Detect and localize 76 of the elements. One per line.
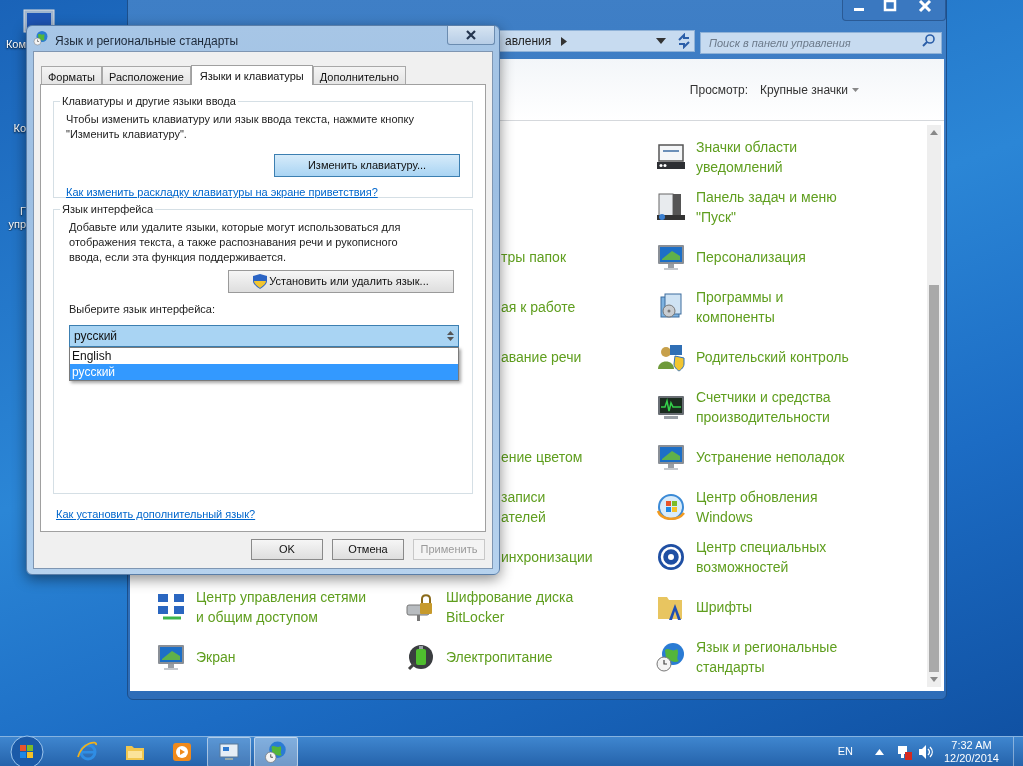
control-panel-item[interactable]: авание речи bbox=[501, 347, 582, 367]
breadcrumb-arrow-icon[interactable] bbox=[561, 36, 568, 46]
clock-time[interactable]: 7:32 AM bbox=[951, 738, 992, 752]
control-panel-item[interactable]: Язык и региональные стандарты bbox=[696, 637, 838, 677]
field-label: Выберите язык интерфейса: bbox=[69, 302, 217, 316]
scroll-up-icon[interactable] bbox=[930, 130, 938, 135]
control-panel-item[interactable]: Центр обновления Windows bbox=[696, 487, 818, 527]
clock-date[interactable]: 12/20/2014 bbox=[943, 751, 999, 765]
control-panel-item[interactable]: Программы и компоненты bbox=[696, 287, 784, 327]
control-panel-item[interactable]: Панель задач и меню "Пуск" bbox=[696, 187, 837, 227]
globe-clock-icon bbox=[33, 30, 49, 46]
control-panel-item[interactable]: ая к работе bbox=[501, 297, 576, 317]
start-button[interactable] bbox=[8, 734, 46, 766]
scroll-down-icon[interactable] bbox=[930, 677, 938, 682]
scrollbar[interactable] bbox=[927, 125, 941, 687]
control-panel-item[interactable]: записи ателей bbox=[501, 487, 546, 527]
globe-clock-icon bbox=[655, 641, 687, 673]
dropdown-option[interactable]: English bbox=[70, 348, 458, 364]
search-icon[interactable] bbox=[922, 34, 935, 47]
change-keyboard-button[interactable]: Изменить клавиатуру... bbox=[274, 154, 460, 177]
help-link[interactable]: Как изменить раскладку клавиатуры на экране приветствия? bbox=[66, 185, 460, 199]
dialog-button[interactable]: OK bbox=[251, 539, 323, 560]
refresh-icon[interactable] bbox=[676, 33, 692, 49]
help-link[interactable]: Как установить дополнительный язык? bbox=[56, 507, 473, 521]
control-panel-item[interactable]: Центр специальных возможностей bbox=[696, 537, 827, 577]
control-panel-item[interactable]: Экран bbox=[196, 647, 236, 667]
instruction-text: Чтобы изменить клавиатуру или язык ввода текста, нажмите кнопку "Изменить клавиатуру". bbox=[66, 112, 415, 142]
control-panel-item[interactable]: инхронизации bbox=[501, 547, 593, 567]
control-panel-item[interactable]: Центр управления сетями и общим доступом bbox=[196, 587, 366, 627]
dialog-title: Язык и региональные стандарты bbox=[55, 33, 239, 50]
group-title: Язык интерфейса bbox=[60, 202, 156, 216]
tab[interactable]: Расположение bbox=[102, 66, 191, 84]
globe-clock-icon bbox=[264, 739, 288, 764]
control-panel-item[interactable]: ение цветом bbox=[501, 447, 583, 467]
language-dropdown[interactable]: русский bbox=[69, 325, 459, 347]
close-icon[interactable] bbox=[466, 30, 476, 40]
network-warning-icon[interactable] bbox=[895, 743, 912, 760]
desktop-icon-label[interactable]: Г упр bbox=[0, 205, 26, 231]
desktop-icon-label[interactable]: Ком bbox=[0, 38, 26, 51]
view-mode-dropdown[interactable]: Крупные значки bbox=[759, 80, 848, 99]
speaker-icon[interactable] bbox=[917, 743, 934, 760]
search-field[interactable]: Поиск в панели управления bbox=[700, 32, 942, 54]
network-icon bbox=[155, 591, 187, 623]
install-language-button[interactable]: Установить или удалить язык... bbox=[228, 270, 454, 293]
taskbar-button[interactable] bbox=[207, 736, 251, 766]
address-text: авления bbox=[505, 33, 552, 50]
dialog-button[interactable]: Отмена bbox=[332, 539, 404, 560]
control-panel-item[interactable]: Электропитание bbox=[446, 647, 553, 667]
control-panel-item[interactable]: Персонализация bbox=[696, 247, 806, 267]
control-panel-item[interactable]: Родительский контроль bbox=[696, 347, 849, 367]
accessibility-icon bbox=[655, 541, 687, 573]
shield-icon bbox=[253, 274, 268, 289]
desktop-icon-label[interactable]: Ко bbox=[0, 122, 26, 135]
taskbar-icon bbox=[655, 191, 687, 223]
tab[interactable]: Дополнительно bbox=[312, 66, 406, 84]
caret-icon[interactable] bbox=[852, 87, 859, 92]
tab[interactable]: Форматы bbox=[41, 66, 102, 84]
windows-update-icon bbox=[655, 491, 687, 523]
group-title: Клавиатуры и другие языки ввода bbox=[60, 94, 238, 108]
dropdown-caret-icon[interactable] bbox=[656, 38, 666, 44]
control-panel-item[interactable]: Значки области уведомлений bbox=[696, 137, 798, 177]
tab[interactable]: Языки и клавиатуры bbox=[190, 65, 313, 85]
control-panel-item[interactable]: Шрифты bbox=[696, 597, 753, 617]
control-panel-item[interactable]: Шифрование диска BitLocker bbox=[446, 587, 574, 627]
language-indicator[interactable]: EN bbox=[837, 743, 853, 760]
control-panel-item[interactable]: тры папок bbox=[501, 247, 566, 267]
instruction-text: Добавьте или удалите языки, которые могут использоваться для отображения текста, а также распознавания речи и рукописного ввода, если эта функция поддерживается. bbox=[69, 220, 402, 265]
view-label: Просмотр: bbox=[689, 81, 748, 99]
spinner-arrows-icon[interactable] bbox=[447, 331, 454, 341]
close-button[interactable] bbox=[447, 26, 495, 45]
control-panel-item[interactable]: Устранение неполадок bbox=[696, 447, 845, 467]
scrollbar-thumb[interactable] bbox=[929, 285, 939, 672]
show-hidden-icons-icon[interactable] bbox=[874, 748, 884, 755]
taskbar-button[interactable] bbox=[254, 736, 298, 766]
control-panel-item[interactable]: Счетчики и средства производительности bbox=[696, 387, 831, 427]
dropdown-option[interactable]: русский bbox=[70, 364, 458, 380]
